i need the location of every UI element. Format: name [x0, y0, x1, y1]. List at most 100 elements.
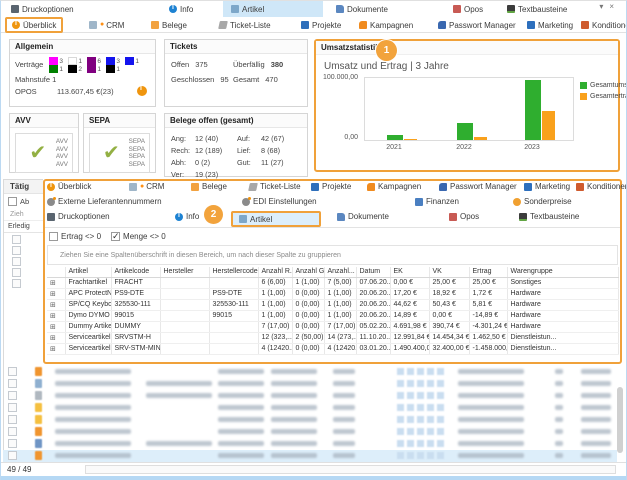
- tab-passwort-manager[interactable]: Passwort Manager: [438, 18, 516, 32]
- col-anzahl-r[interactable]: Anzahl R...: [258, 267, 292, 277]
- list-item[interactable]: [3, 378, 617, 390]
- tab-sonderpreise[interactable]: Sonderpreise: [513, 197, 572, 206]
- tab-konditionen[interactable]: Konditionen: [581, 18, 627, 32]
- tab-crm[interactable]: ●CRM: [129, 182, 164, 191]
- tab-label: Überblick: [23, 21, 56, 30]
- list-item[interactable]: [3, 402, 617, 414]
- tab-projekte[interactable]: Projekte: [311, 182, 351, 191]
- filter-ertrag[interactable]: Ertrag <> 0: [49, 232, 101, 241]
- tab-finanzen[interactable]: Finanzen: [415, 197, 459, 206]
- tab-druckoptionen[interactable]: Druckoptionen: [11, 2, 74, 16]
- tab-druckoptionen[interactable]: Druckoptionen: [47, 212, 110, 221]
- tab-belege[interactable]: Belege: [191, 182, 227, 191]
- tab-marketing[interactable]: Marketing: [524, 182, 570, 191]
- rating-boxes: [397, 404, 447, 411]
- col-datum[interactable]: Datum: [356, 267, 390, 277]
- filter-menge[interactable]: Menge <> 0: [111, 232, 166, 241]
- col-vk[interactable]: VK: [429, 267, 469, 277]
- tab-projekte[interactable]: Projekte: [301, 18, 341, 32]
- table-row[interactable]: ⊞ Dummy ArtikelDUMMY 7 (17,00)0 (0,00)7 …: [47, 321, 618, 332]
- col-artikel[interactable]: Artikel: [65, 267, 111, 277]
- record-count: 49 / 49: [7, 465, 31, 474]
- col-ertrag[interactable]: Ertrag: [469, 267, 507, 277]
- expand-row-icon[interactable]: ⊞: [50, 290, 56, 298]
- col-warengruppe[interactable]: Warengruppe: [507, 267, 618, 277]
- expand-row-icon[interactable]: ⊞: [50, 279, 56, 287]
- tab-belege[interactable]: Belege: [151, 18, 187, 32]
- group-by-area[interactable]: Ziehen Sie eine Spaltenüberschrift in di…: [47, 245, 618, 265]
- col-hersteller[interactable]: Hersteller: [160, 267, 209, 277]
- erledigt-checkboxes: [4, 235, 43, 288]
- col-herstellercode[interactable]: Herstellercode: [209, 267, 258, 277]
- annotation-step-2: 2: [204, 205, 223, 224]
- expand-row-icon[interactable]: ⊞: [50, 312, 56, 320]
- collapse-icon[interactable]: ▾: [599, 2, 609, 11]
- checkbox[interactable]: [8, 197, 17, 206]
- tab-ticket-liste[interactable]: Ticket-Liste: [219, 18, 271, 32]
- list-item[interactable]: [3, 390, 617, 402]
- list-item[interactable]: [3, 414, 617, 426]
- column-header-erledigt[interactable]: Erledig: [4, 220, 43, 233]
- checkbox[interactable]: [12, 268, 21, 277]
- tab-kampagnen[interactable]: Kampagnen: [367, 182, 421, 191]
- table-row[interactable]: ⊞ Dymo DYMO L...9901599015 1 (1,00)0 (0,…: [47, 310, 618, 321]
- checkbox[interactable]: [111, 232, 120, 241]
- table-row[interactable]: ⊞ Serviceartikel I...SRVSTM-H 12 (323,..…: [47, 332, 618, 343]
- vertical-scrollbar-thumb[interactable]: [617, 387, 623, 453]
- key-icon: [438, 21, 446, 29]
- tab-textbausteine[interactable]: Textbausteine: [519, 212, 579, 221]
- table-row[interactable]: ⊞ SP/CQ Keyboa...325530-111325530-111 1 …: [47, 299, 618, 310]
- col-ek[interactable]: EK: [390, 267, 429, 277]
- list-item[interactable]: [3, 426, 617, 438]
- tab-passwort-manager[interactable]: Passwort Manager: [439, 182, 517, 191]
- checkbox[interactable]: [8, 415, 17, 424]
- checkbox[interactable]: [8, 379, 17, 388]
- table-row[interactable]: ⊞ FrachtartikelFRACHT 6 (6,00)1 (1,00)7 …: [47, 277, 618, 288]
- checkbox[interactable]: [8, 427, 17, 436]
- tab-dokumente[interactable]: Dokumente: [337, 212, 389, 221]
- list-item[interactable]: [3, 438, 617, 450]
- close-icon[interactable]: ×: [609, 2, 620, 11]
- checkbox[interactable]: [8, 403, 17, 412]
- horizontal-scrollbar[interactable]: [85, 465, 616, 474]
- tab-artikel-highlighted[interactable]: Artikel: [231, 211, 321, 227]
- tab-marketing[interactable]: Marketing: [527, 18, 573, 32]
- checkbox[interactable]: [8, 391, 17, 400]
- expand-row-icon[interactable]: ⊞: [50, 334, 56, 342]
- col-anzahl[interactable]: Anzahl...▼: [324, 267, 356, 277]
- tab-ueberblick[interactable]: Überblick: [47, 182, 91, 191]
- col-artikelcode[interactable]: Artikelcode: [111, 267, 160, 277]
- checkbox[interactable]: [49, 232, 58, 241]
- tab-artikel-selected[interactable]: Artikel: [223, 1, 323, 17]
- checkbox[interactable]: [8, 439, 17, 448]
- checkbox[interactable]: [12, 246, 21, 255]
- checkbox[interactable]: [8, 451, 17, 460]
- tab-dokumente[interactable]: Dokumente: [336, 2, 388, 16]
- table-row[interactable]: ⊞ Serviceartikel...SRV-STM-MIN 4 (12420.…: [47, 343, 618, 354]
- list-item-selected[interactable]: [3, 450, 617, 462]
- checkbox[interactable]: [12, 257, 21, 266]
- expand-row-icon[interactable]: ⊞: [50, 301, 56, 309]
- tab-konditionen[interactable]: Konditionen: [576, 182, 627, 191]
- tab-info[interactable]: Info: [169, 2, 193, 16]
- expand-row-icon[interactable]: ⊞: [50, 345, 56, 353]
- tab-ueberblick-highlighted[interactable]: Überblick: [5, 17, 63, 33]
- tab-opos[interactable]: Opos: [453, 2, 483, 16]
- tab-textbausteine[interactable]: Textbausteine: [507, 2, 567, 16]
- opos-warning-icon[interactable]: [137, 86, 147, 96]
- tab-edi-einstellungen[interactable]: EDI Einstellungen: [242, 197, 317, 206]
- list-item[interactable]: [3, 366, 617, 378]
- tab-info[interactable]: Info: [175, 212, 199, 221]
- col-anzahl-g[interactable]: Anzahl G...: [292, 267, 324, 277]
- tab-opos[interactable]: Opos: [449, 212, 479, 221]
- toolbar-row-2: Überblick ● CRM Belege Ticket-Liste Proj…: [1, 17, 626, 33]
- tab-crm[interactable]: ● CRM: [89, 18, 124, 32]
- tab-kampagnen[interactable]: Kampagnen: [359, 18, 413, 32]
- expand-row-icon[interactable]: ⊞: [50, 323, 56, 331]
- checkbox[interactable]: [8, 367, 17, 376]
- checkbox[interactable]: [12, 235, 21, 244]
- table-row[interactable]: ⊞ APC ProtectNe...PS9-DTEPS9-DTE 1 (1,00…: [47, 288, 618, 299]
- tab-ticket-liste[interactable]: Ticket-Liste: [249, 182, 301, 191]
- tab-externe-lieferantennummern[interactable]: Externe Lieferantennummern: [47, 197, 162, 206]
- checkbox[interactable]: [12, 279, 21, 288]
